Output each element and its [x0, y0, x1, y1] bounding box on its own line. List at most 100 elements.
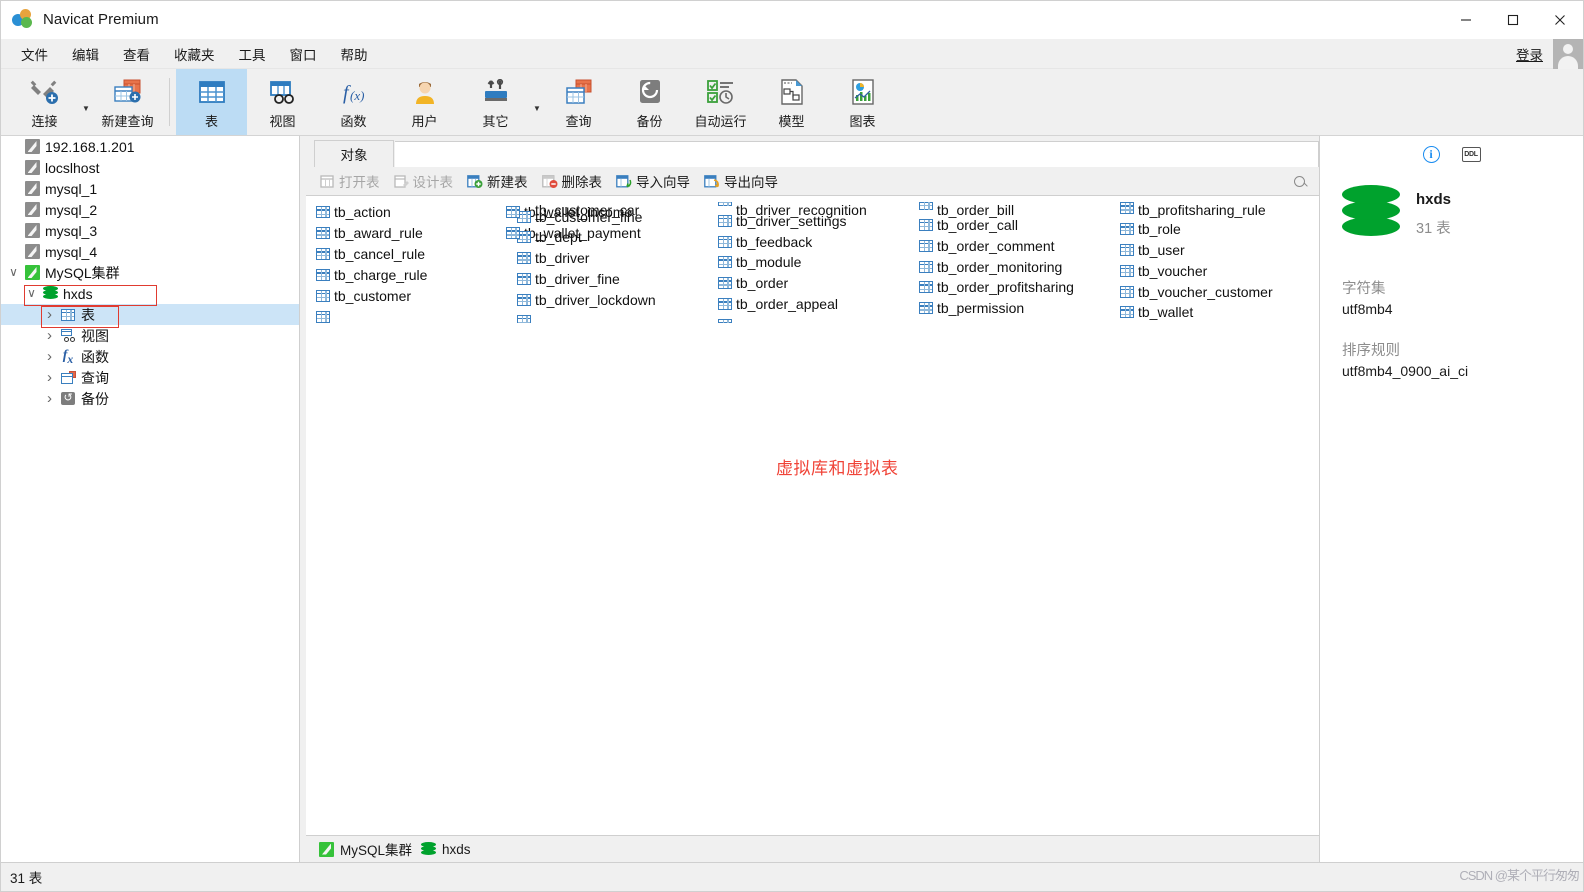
- table-item[interactable]: tb_customer_fine: [515, 206, 705, 227]
- backup-icon: [61, 391, 75, 405]
- ribbon-label: 新建查询: [101, 114, 154, 129]
- table-item[interactable]: tb_role: [1118, 219, 1308, 240]
- table-item[interactable]: tb_user: [1118, 239, 1308, 260]
- new-table-button[interactable]: 新建表: [460, 168, 535, 194]
- table-item[interactable]: tb_driver_lockdown: [515, 290, 705, 311]
- tab-objects[interactable]: 对象: [314, 140, 394, 167]
- function-icon: fx: [62, 347, 74, 366]
- table-item[interactable]: tb_wallet: [1118, 302, 1308, 323]
- table-item[interactable]: tb_driver: [515, 248, 705, 269]
- menu-favorites[interactable]: 收藏夹: [162, 40, 227, 68]
- table-item-label: tb_driver_settings: [736, 212, 847, 229]
- ribbon-new-query-button[interactable]: 新建查询: [92, 69, 163, 135]
- tree-node-mysql_4[interactable]: mysql_4: [1, 241, 299, 262]
- table-item[interactable]: tb_order_profitsharing: [917, 277, 1107, 298]
- ribbon-model-button[interactable]: 模型: [756, 69, 827, 135]
- close-button[interactable]: [1536, 1, 1583, 39]
- table-item-label: tb_driver_fine: [535, 271, 620, 288]
- table-icon: [517, 273, 531, 286]
- table-item[interactable]: tb_order: [716, 273, 906, 294]
- menu-view[interactable]: 查看: [111, 40, 162, 68]
- tree-node---[interactable]: 备份: [1, 388, 299, 409]
- menu-tools[interactable]: 工具: [227, 40, 278, 68]
- tree-node--[interactable]: 表: [1, 304, 299, 325]
- twisty-expanded-icon[interactable]: [23, 287, 40, 300]
- menu-window[interactable]: 窗口: [278, 40, 329, 68]
- table-item[interactable]: tb_feedback: [716, 231, 906, 252]
- avatar[interactable]: [1553, 38, 1583, 69]
- tree-node---[interactable]: fx 函数: [1, 346, 299, 367]
- tree-node---[interactable]: 查询: [1, 367, 299, 388]
- table-item[interactable]: tb_voucher_customer: [1118, 281, 1308, 302]
- ribbon-table-button[interactable]: 表: [176, 69, 247, 135]
- twisty-collapsed-icon[interactable]: [41, 391, 58, 406]
- table-item[interactable]: tb_award_rule: [314, 223, 504, 244]
- table-icon: [718, 298, 732, 311]
- table-item[interactable]: tb_charge_rule: [314, 265, 504, 286]
- tree-node-mysql_1[interactable]: mysql_1: [1, 178, 299, 199]
- twisty-collapsed-icon[interactable]: [41, 328, 58, 343]
- delete-table-button[interactable]: 删除表: [535, 168, 610, 194]
- object-list[interactable]: tb_action tb_award_rule tb_cancel_rule tb_c…: [306, 196, 1319, 835]
- ribbon-view-button[interactable]: 视图: [247, 69, 318, 135]
- other-dropdown-caret-icon[interactable]: ▼: [531, 69, 543, 135]
- ribbon-query-button[interactable]: 查询: [543, 69, 614, 135]
- table-item[interactable]: tb_driver_settings: [716, 210, 906, 231]
- table-item[interactable]: tb_customer: [314, 285, 504, 306]
- connection-dropdown-caret-icon[interactable]: ▼: [80, 69, 92, 135]
- table-item[interactable]: tb_module: [716, 252, 906, 273]
- view-icon: [60, 329, 76, 342]
- tree-node-192.168.1.201[interactable]: 192.168.1.201: [1, 136, 299, 157]
- ribbon-backup-button[interactable]: 备份: [614, 69, 685, 135]
- menu-file[interactable]: 文件: [9, 40, 60, 68]
- twisty-collapsed-icon[interactable]: [41, 307, 58, 322]
- object-search-button[interactable]: [1294, 175, 1319, 187]
- table-item[interactable]: tb_order_appeal: [716, 294, 906, 315]
- tree-node-mysql_3[interactable]: mysql_3: [1, 220, 299, 241]
- tree-node-mysql--[interactable]: MySQL集群: [1, 262, 299, 283]
- ddl-icon[interactable]: DDL: [1461, 147, 1481, 162]
- import-wizard-button[interactable]: 导入向导: [609, 168, 697, 194]
- tree-node---[interactable]: 视图: [1, 325, 299, 346]
- menu-edit[interactable]: 编辑: [60, 40, 111, 68]
- table-item[interactable]: tb_order_call: [917, 214, 1107, 235]
- table-item[interactable]: tb_order_monitoring: [917, 256, 1107, 277]
- charset-field: 字符集 utf8mb4: [1320, 277, 1583, 317]
- design-table-button[interactable]: 设计表: [387, 168, 461, 194]
- database-table-count: 31 表: [1416, 220, 1451, 237]
- maximize-button[interactable]: [1489, 1, 1536, 39]
- ribbon-connection-button[interactable]: 连接: [9, 69, 80, 135]
- table-item[interactable]: tb_action: [314, 202, 504, 223]
- table-item[interactable]: tb_dept: [515, 227, 705, 248]
- table-item[interactable]: tb_cancel_rule: [314, 244, 504, 265]
- table-item-label: tb_user: [1138, 241, 1185, 258]
- open-table-button[interactable]: 打开表: [313, 168, 387, 194]
- twisty-expanded-icon[interactable]: [5, 266, 22, 279]
- export-wizard-button[interactable]: 导出向导: [697, 168, 785, 194]
- tree-node-hxds[interactable]: hxds: [1, 283, 299, 304]
- table-item[interactable]: tb_permission: [917, 298, 1107, 319]
- table-icon: [919, 260, 933, 273]
- ribbon-chart-button[interactable]: 图表: [827, 69, 898, 135]
- ribbon-function-button[interactable]: f (x) 函数: [318, 69, 389, 135]
- table-item-label: tb_order: [736, 275, 789, 292]
- tabstrip-filler: [395, 141, 1319, 167]
- ribbon-other-button[interactable]: 其它: [460, 69, 531, 135]
- twisty-collapsed-icon[interactable]: [41, 349, 58, 364]
- table-item[interactable]: tb_driver_fine: [515, 269, 705, 290]
- ribbon-automation-button[interactable]: 自动运行: [685, 69, 756, 135]
- menu-help[interactable]: 帮助: [329, 40, 380, 68]
- status-connection: MySQL集群: [319, 839, 412, 859]
- tree-node-locslhost[interactable]: locslhost: [1, 157, 299, 178]
- login-link[interactable]: 登录: [1516, 44, 1553, 64]
- table-item[interactable]: tb_voucher: [1118, 260, 1308, 281]
- tree-node-mysql_2[interactable]: mysql_2: [1, 199, 299, 220]
- ribbon-user-button[interactable]: 用户: [389, 69, 460, 135]
- twisty-collapsed-icon[interactable]: [41, 370, 58, 385]
- object-toolbar: 打开表 设计表 新建表 删除表 导入向导 导出向导: [306, 167, 1319, 196]
- minimize-button[interactable]: [1442, 1, 1489, 39]
- table-icon: [1120, 285, 1134, 298]
- connection-tree-sidebar[interactable]: 192.168.1.201 locslhost mysql_1 mysql_2 mysq…: [1, 136, 300, 862]
- table-item[interactable]: tb_order_comment: [917, 235, 1107, 256]
- info-icon[interactable]: i: [1422, 146, 1440, 163]
